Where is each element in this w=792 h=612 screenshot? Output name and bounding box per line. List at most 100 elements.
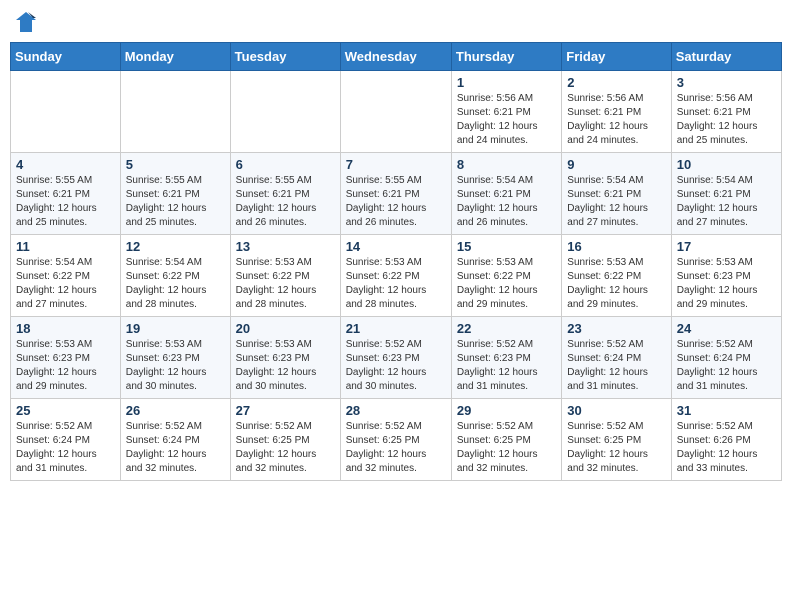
page-header: [10, 10, 782, 34]
day-number: 16: [567, 239, 665, 254]
calendar-cell: 13 Sunrise: 5:53 AM Sunset: 6:22 PM Dayli…: [230, 235, 340, 317]
day-info: Sunrise: 5:53 AM Sunset: 6:22 PM Dayligh…: [567, 256, 665, 312]
day-number: 29: [457, 403, 556, 418]
calendar-cell: 29 Sunrise: 5:52 AM Sunset: 6:25 PM Dayli…: [451, 399, 561, 481]
day-info: Sunrise: 5:53 AM Sunset: 6:23 PM Dayligh…: [677, 256, 776, 312]
calendar-cell: 1 Sunrise: 5:56 AM Sunset: 6:21 PM Daylig…: [451, 71, 561, 153]
day-number: 23: [567, 321, 665, 336]
day-info: Sunrise: 5:56 AM Sunset: 6:21 PM Dayligh…: [567, 92, 665, 148]
calendar-cell: 14Sunrise: 5:53 AM Sunset: 6:22 PM Dayli…: [340, 235, 451, 317]
day-number: 2: [567, 75, 665, 90]
logo-icon: [14, 10, 38, 34]
calendar-cell: [340, 71, 451, 153]
calendar-cell: [230, 71, 340, 153]
day-info: Sunrise: 5:52 AM Sunset: 6:25 PM Dayligh…: [457, 420, 556, 476]
calendar-cell: 4 Sunrise: 5:55 AM Sunset: 6:21 PM Daylig…: [11, 153, 121, 235]
day-info: Sunrise: 5:55 AM Sunset: 6:21 PM Dayligh…: [346, 174, 446, 230]
day-info: Sunrise: 5:55 AM Sunset: 6:21 PM Dayligh…: [236, 174, 335, 230]
day-info: Sunrise: 5:53 AM Sunset: 6:23 PM Dayligh…: [126, 338, 225, 394]
calendar-week-2: 4 Sunrise: 5:55 AM Sunset: 6:21 PM Daylig…: [11, 153, 782, 235]
day-number: 13: [236, 239, 335, 254]
weekday-header-sunday: Sunday: [11, 43, 121, 71]
day-number: 11: [16, 239, 115, 254]
calendar-cell: 28 Sunrise: 5:52 AM Sunset: 6:25 PM Dayli…: [340, 399, 451, 481]
day-info: Sunrise: 5:52 AM Sunset: 6:24 PM Dayligh…: [126, 420, 225, 476]
day-number: 18: [16, 321, 115, 336]
day-number: 9: [567, 157, 665, 172]
day-number: 28: [346, 403, 446, 418]
day-number: 21: [346, 321, 446, 336]
day-number: 24: [677, 321, 776, 336]
calendar-cell: 3Sunrise: 5:56 AM Sunset: 6:21 PM Daylig…: [671, 71, 781, 153]
day-info: Sunrise: 5:52 AM Sunset: 6:23 PM Dayligh…: [346, 338, 446, 394]
calendar-cell: 11 Sunrise: 5:54 AM Sunset: 6:22 PM Dayli…: [11, 235, 121, 317]
calendar-body: 1 Sunrise: 5:56 AM Sunset: 6:21 PM Daylig…: [11, 71, 782, 481]
calendar-cell: 5 Sunrise: 5:55 AM Sunset: 6:21 PM Daylig…: [120, 153, 230, 235]
weekday-header-thursday: Thursday: [451, 43, 561, 71]
weekday-header-tuesday: Tuesday: [230, 43, 340, 71]
day-number: 3: [677, 75, 776, 90]
calendar-week-4: 18 Sunrise: 5:53 AM Sunset: 6:23 PM Dayli…: [11, 317, 782, 399]
calendar-cell: 8 Sunrise: 5:54 AM Sunset: 6:21 PM Daylig…: [451, 153, 561, 235]
day-info: Sunrise: 5:52 AM Sunset: 6:24 PM Dayligh…: [567, 338, 665, 394]
day-number: 30: [567, 403, 665, 418]
calendar-cell: [120, 71, 230, 153]
day-number: 10: [677, 157, 776, 172]
calendar-cell: 15 Sunrise: 5:53 AM Sunset: 6:22 PM Dayli…: [451, 235, 561, 317]
day-info: Sunrise: 5:52 AM Sunset: 6:24 PM Dayligh…: [16, 420, 115, 476]
day-number: 6: [236, 157, 335, 172]
day-info: Sunrise: 5:53 AM Sunset: 6:22 PM Dayligh…: [457, 256, 556, 312]
calendar-cell: 7Sunrise: 5:55 AM Sunset: 6:21 PM Daylig…: [340, 153, 451, 235]
day-info: Sunrise: 5:54 AM Sunset: 6:22 PM Dayligh…: [16, 256, 115, 312]
day-info: Sunrise: 5:53 AM Sunset: 6:23 PM Dayligh…: [236, 338, 335, 394]
day-info: Sunrise: 5:52 AM Sunset: 6:25 PM Dayligh…: [236, 420, 335, 476]
day-info: Sunrise: 5:53 AM Sunset: 6:22 PM Dayligh…: [236, 256, 335, 312]
calendar-cell: 20Sunrise: 5:53 AM Sunset: 6:23 PM Dayli…: [230, 317, 340, 399]
calendar-cell: 31Sunrise: 5:52 AM Sunset: 6:26 PM Dayli…: [671, 399, 781, 481]
calendar-cell: 6 Sunrise: 5:55 AM Sunset: 6:21 PM Daylig…: [230, 153, 340, 235]
logo: [14, 10, 42, 34]
calendar-week-5: 25Sunrise: 5:52 AM Sunset: 6:24 PM Dayli…: [11, 399, 782, 481]
day-info: Sunrise: 5:55 AM Sunset: 6:21 PM Dayligh…: [16, 174, 115, 230]
calendar-header: SundayMondayTuesdayWednesdayThursdayFrid…: [11, 43, 782, 71]
calendar-cell: 30 Sunrise: 5:52 AM Sunset: 6:25 PM Dayli…: [562, 399, 671, 481]
calendar-cell: 26Sunrise: 5:52 AM Sunset: 6:24 PM Dayli…: [120, 399, 230, 481]
calendar-cell: 18Sunrise: 5:53 AM Sunset: 6:23 PM Dayli…: [11, 317, 121, 399]
day-info: Sunrise: 5:54 AM Sunset: 6:21 PM Dayligh…: [677, 174, 776, 230]
weekday-header-row: SundayMondayTuesdayWednesdayThursdayFrid…: [11, 43, 782, 71]
day-info: Sunrise: 5:52 AM Sunset: 6:25 PM Dayligh…: [567, 420, 665, 476]
weekday-header-saturday: Saturday: [671, 43, 781, 71]
day-number: 8: [457, 157, 556, 172]
day-number: 5: [126, 157, 225, 172]
day-number: 27: [236, 403, 335, 418]
day-number: 19: [126, 321, 225, 336]
calendar-cell: 19 Sunrise: 5:53 AM Sunset: 6:23 PM Dayli…: [120, 317, 230, 399]
day-number: 15: [457, 239, 556, 254]
day-info: Sunrise: 5:55 AM Sunset: 6:21 PM Dayligh…: [126, 174, 225, 230]
calendar-cell: 12Sunrise: 5:54 AM Sunset: 6:22 PM Dayli…: [120, 235, 230, 317]
day-info: Sunrise: 5:52 AM Sunset: 6:26 PM Dayligh…: [677, 420, 776, 476]
day-info: Sunrise: 5:54 AM Sunset: 6:22 PM Dayligh…: [126, 256, 225, 312]
day-number: 4: [16, 157, 115, 172]
day-number: 14: [346, 239, 446, 254]
day-info: Sunrise: 5:54 AM Sunset: 6:21 PM Dayligh…: [567, 174, 665, 230]
weekday-header-friday: Friday: [562, 43, 671, 71]
day-number: 1: [457, 75, 556, 90]
day-number: 22: [457, 321, 556, 336]
calendar-cell: 23 Sunrise: 5:52 AM Sunset: 6:24 PM Dayli…: [562, 317, 671, 399]
day-info: Sunrise: 5:52 AM Sunset: 6:25 PM Dayligh…: [346, 420, 446, 476]
calendar-cell: 27 Sunrise: 5:52 AM Sunset: 6:25 PM Dayli…: [230, 399, 340, 481]
calendar-cell: 9 Sunrise: 5:54 AM Sunset: 6:21 PM Daylig…: [562, 153, 671, 235]
calendar-week-1: 1 Sunrise: 5:56 AM Sunset: 6:21 PM Daylig…: [11, 71, 782, 153]
day-info: Sunrise: 5:54 AM Sunset: 6:21 PM Dayligh…: [457, 174, 556, 230]
calendar-table: SundayMondayTuesdayWednesdayThursdayFrid…: [10, 42, 782, 481]
calendar-cell: 2 Sunrise: 5:56 AM Sunset: 6:21 PM Daylig…: [562, 71, 671, 153]
calendar-cell: 16 Sunrise: 5:53 AM Sunset: 6:22 PM Dayli…: [562, 235, 671, 317]
calendar-cell: 22Sunrise: 5:52 AM Sunset: 6:23 PM Dayli…: [451, 317, 561, 399]
calendar-cell: 25Sunrise: 5:52 AM Sunset: 6:24 PM Dayli…: [11, 399, 121, 481]
calendar-cell: 21 Sunrise: 5:52 AM Sunset: 6:23 PM Dayli…: [340, 317, 451, 399]
day-info: Sunrise: 5:56 AM Sunset: 6:21 PM Dayligh…: [457, 92, 556, 148]
calendar-cell: 10 Sunrise: 5:54 AM Sunset: 6:21 PM Dayli…: [671, 153, 781, 235]
weekday-header-monday: Monday: [120, 43, 230, 71]
calendar-cell: [11, 71, 121, 153]
